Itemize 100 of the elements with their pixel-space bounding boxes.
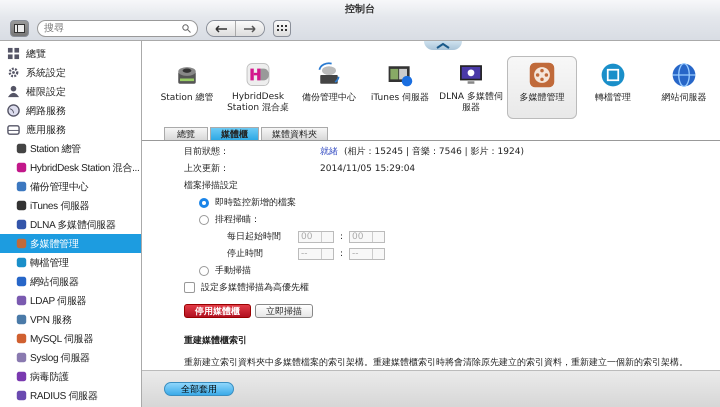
radio-button[interactable] <box>199 266 209 276</box>
option-label: 手動掃描 <box>215 264 251 277</box>
sidebar-label: 網站伺服器 <box>30 276 79 288</box>
film-reel-icon <box>528 61 556 89</box>
sidebar-label: 病毒防護 <box>30 370 69 384</box>
sidebar-item[interactable]: Syslog 伺服器 <box>0 348 141 367</box>
radio-button[interactable] <box>199 214 209 224</box>
checkbox-label: 設定多媒體掃描為高優先權 <box>201 282 309 294</box>
description: 重新建立索引資料夾中多媒體檔案的索引架構。重建媒體櫃索引時將會清除原先建立的索引資料，重新建立一個新的索引架構。 <box>184 356 689 369</box>
app-grid-button[interactable] <box>273 20 291 37</box>
separator: : <box>340 248 344 258</box>
app-icon <box>16 219 27 230</box>
sidebar-item[interactable]: RADIUS 伺服器 <box>0 386 141 405</box>
tab[interactable]: 媒體資料夾 <box>261 127 328 140</box>
time-label: 每日起始時間 <box>227 230 282 243</box>
panel-icon <box>14 24 25 33</box>
sidebar-item[interactable]: HybridDesk Station 混合... <box>0 158 141 177</box>
search-icon <box>182 24 191 33</box>
grid-icon <box>277 25 287 32</box>
sidebar-item[interactable]: 系統設定 <box>0 63 141 82</box>
sidebar-label: 轉檔管理 <box>30 256 69 270</box>
app-icon <box>16 371 27 382</box>
option-label: 排程掃瞄： <box>215 214 260 226</box>
sidebar-label: DLNA 多媒體伺服器 <box>30 218 116 232</box>
sidebar-label: VPN 服務 <box>30 314 72 326</box>
app-icon <box>16 314 27 325</box>
app-icon <box>16 181 27 192</box>
app-icon <box>16 238 27 249</box>
forward-button[interactable] <box>235 21 264 36</box>
time-label: 停止時間 <box>227 248 264 260</box>
update-value: 2014/11/05 15:29:04 <box>320 164 416 174</box>
sidebar-label: RADIUS 伺服器 <box>30 390 98 402</box>
tile-icon <box>244 61 272 88</box>
app-shortcut[interactable]: 轉檔管理 <box>578 56 648 119</box>
sidebar-label: 總覽 <box>26 48 46 60</box>
search-field[interactable]: 搜尋 <box>37 20 198 37</box>
sidebar-label: Syslog 伺服器 <box>30 352 90 364</box>
back-button[interactable] <box>207 21 235 36</box>
status-detail: (相片：15245 | 音樂：7546 | 影片：1924) <box>344 146 524 158</box>
app-shortcut[interactable]: Station 總管 <box>152 56 222 119</box>
sidebar-item[interactable]: 權限設定 <box>0 82 141 101</box>
window-title: 控制台 <box>345 2 375 16</box>
app-shortcut[interactable]: DLNA 多媒體伺服器 <box>436 56 506 119</box>
sidebar-item[interactable]: iTunes 伺服器 <box>0 196 141 215</box>
section-heading: 檔案掃描設定 <box>184 179 238 192</box>
sidebar-item[interactable]: 備份管理中心 <box>0 177 141 196</box>
collapse-handle[interactable] <box>424 41 462 50</box>
status-value: 就緒 <box>320 146 338 158</box>
app-icon <box>16 333 27 344</box>
app-icon <box>16 276 27 287</box>
sidebar-item[interactable]: 網路服務 <box>0 101 141 120</box>
checkbox[interactable] <box>184 282 195 293</box>
scan-button[interactable]: 立即掃描 <box>255 304 313 318</box>
sidebar-item[interactable]: 總覽 <box>0 44 141 63</box>
sidebar-item[interactable]: 病毒防護 <box>0 367 141 386</box>
app-icon <box>16 162 27 173</box>
radio-button[interactable] <box>199 198 209 208</box>
app-icon <box>16 143 27 154</box>
gear-icon <box>7 66 20 79</box>
sidebar-label: LDAP 伺服器 <box>30 294 86 308</box>
disable-button[interactable]: 停用媒體櫃 <box>184 304 251 318</box>
sidebar-item[interactable]: DLNA 多媒體伺服器 <box>0 215 141 234</box>
option-label: 即時監控新增的檔案 <box>215 196 296 209</box>
app-icon <box>16 295 27 306</box>
sidebar-label: MySQL 伺服器 <box>30 332 94 346</box>
app-shortcut[interactable]: 備份管理中心 <box>294 56 364 119</box>
sidebar-label: 多媒體管理 <box>30 238 79 250</box>
sidebar-item[interactable]: Station 總管 <box>0 139 141 158</box>
arrow-right-icon <box>244 24 256 32</box>
sidebar-item[interactable]: MySQL 伺服器 <box>0 329 141 348</box>
tab[interactable]: 總覽 <box>164 127 208 140</box>
apply-all-button[interactable]: 全部套用 <box>164 382 234 396</box>
sidebar-label: 權限設定 <box>26 86 66 98</box>
person-icon <box>7 85 20 98</box>
app-icon <box>16 352 27 363</box>
app-shortcut[interactable]: HybridDesk Station 混合桌 <box>223 56 293 119</box>
sidebar-item[interactable]: 應用服務 <box>0 120 141 139</box>
update-label: 上次更新： <box>184 162 230 175</box>
tab[interactable]: 媒體櫃 <box>210 127 259 140</box>
sidebar-item[interactable]: VPN 服務 <box>0 310 141 329</box>
sidebar-toggle-button[interactable] <box>10 20 29 37</box>
app-shortcut[interactable]: 多媒體管理 <box>507 56 577 119</box>
app-icon <box>16 390 27 401</box>
app-shortcut[interactable]: 網站伺服器 <box>649 56 719 119</box>
sidebar-label: 備份管理中心 <box>30 180 88 194</box>
status-label: 目前狀態： <box>184 146 230 158</box>
sidebar-label: Station 總管 <box>30 142 81 156</box>
sidebar-label: 系統設定 <box>26 66 66 80</box>
sidebar-item[interactable]: 轉檔管理 <box>0 253 141 272</box>
arrow-left-icon <box>215 24 227 32</box>
tray-icon <box>7 123 20 136</box>
grid-icon <box>7 47 20 60</box>
separator: : <box>340 232 344 242</box>
sidebar-item[interactable]: LDAP 伺服器 <box>0 291 141 310</box>
app-icon <box>16 200 27 211</box>
sidebar-label: iTunes 伺服器 <box>30 200 90 212</box>
sidebar-label: 應用服務 <box>26 124 66 136</box>
sidebar-item[interactable]: 網站伺服器 <box>0 272 141 291</box>
app-shortcut[interactable]: iTunes 伺服器 <box>365 56 435 119</box>
section-heading: 重建媒體櫃索引 <box>184 334 248 347</box>
